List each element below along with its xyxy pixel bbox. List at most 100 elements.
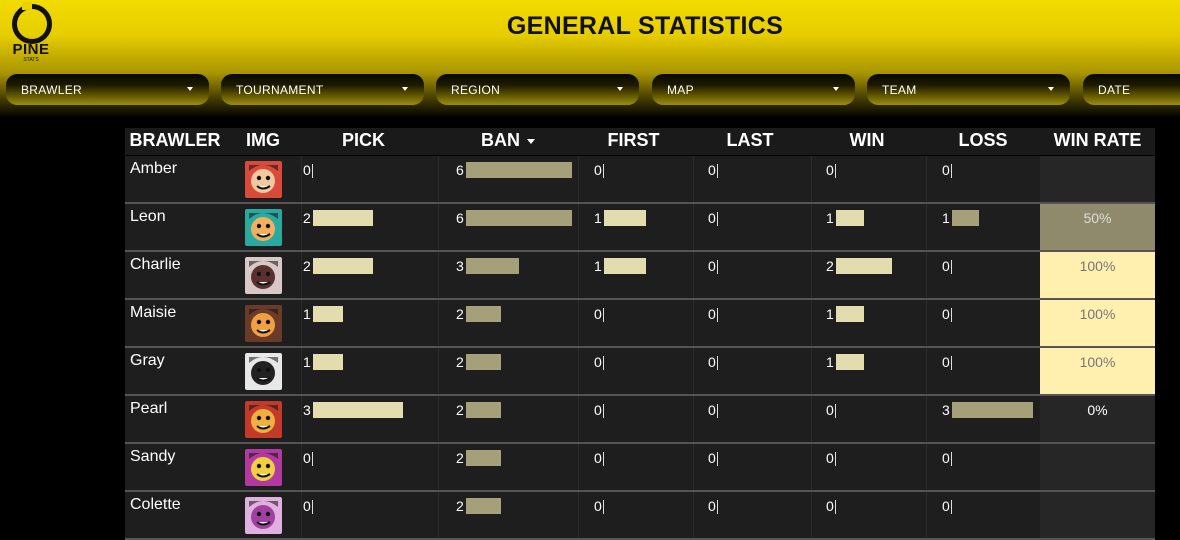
first-zero-tick (603, 404, 604, 418)
brawler-filter-dropdown[interactable]: BRAWLER (6, 74, 209, 105)
pick-zero-tick (312, 452, 313, 466)
last-value: 0 (708, 162, 716, 178)
column-divider (811, 348, 812, 396)
colette-portrait-icon (245, 497, 282, 534)
column-divider (926, 156, 927, 204)
column-divider (301, 300, 302, 348)
column-header-brawler[interactable]: BRAWLER (125, 130, 225, 151)
loss-value: 0 (942, 354, 950, 370)
column-header-last[interactable]: LAST (693, 130, 807, 151)
first-zero-tick (603, 308, 604, 322)
table-row[interactable]: Sandy 0 2 0 0 0 0 (125, 444, 1155, 492)
column-divider (438, 300, 439, 348)
map-filter-dropdown[interactable]: MAP (652, 74, 855, 105)
column-header-pick[interactable]: PICK (301, 130, 426, 151)
loss-bar (952, 210, 979, 226)
chevron-down-icon (617, 87, 623, 91)
column-header-loss[interactable]: LOSS (926, 130, 1040, 151)
column-divider (438, 156, 439, 204)
pearl-portrait-icon (245, 401, 282, 438)
table-row[interactable]: Leon 2 6 1 0 1 1 50% (125, 204, 1155, 252)
loss-zero-tick (951, 452, 952, 466)
column-divider (811, 252, 812, 300)
last-zero-tick (717, 212, 718, 226)
win-rate-cell (1040, 444, 1155, 492)
win-rate-cell: 50% (1040, 204, 1155, 252)
loss-value: 0 (942, 498, 950, 514)
win-value: 0 (826, 498, 834, 514)
pine-stats-logo[interactable]: PINE STATS (8, 2, 54, 64)
win-bar (836, 210, 864, 226)
column-divider (301, 396, 302, 444)
first-value: 1 (594, 258, 602, 274)
win-value: 1 (826, 210, 834, 226)
filter-label: TEAM (882, 83, 917, 97)
first-value: 1 (594, 210, 602, 226)
ban-value: 2 (456, 306, 464, 322)
chevron-down-icon (402, 87, 408, 91)
ban-bar (466, 306, 501, 322)
win-rate-cell: 0% (1040, 396, 1155, 444)
last-zero-tick (717, 356, 718, 370)
date-filter-dropdown[interactable]: DATE (1083, 74, 1180, 105)
win-value: 0 (826, 402, 834, 418)
table-row[interactable]: Amber 0 6 0 0 0 0 (125, 156, 1155, 204)
ban-bar (466, 450, 501, 466)
loss-zero-tick (951, 500, 952, 514)
column-divider (301, 252, 302, 300)
ban-bar (466, 258, 519, 274)
tournament-filter-dropdown[interactable]: TOURNAMENT (221, 74, 424, 105)
column-divider (693, 492, 694, 540)
column-divider (811, 444, 812, 492)
logo-text: PINE (12, 41, 50, 58)
amber-portrait-icon (245, 161, 282, 198)
column-header-ban-label: BAN (481, 130, 520, 150)
team-filter-dropdown[interactable]: TEAM (867, 74, 1070, 105)
ban-value: 2 (456, 450, 464, 466)
table-row[interactable]: Charlie 2 3 1 0 2 0 100% (125, 252, 1155, 300)
logo-notch (22, 2, 32, 10)
region-filter-dropdown[interactable]: REGION (436, 74, 639, 105)
pick-value: 1 (303, 354, 311, 370)
table-row[interactable]: Gray 1 2 0 0 1 0 100% (125, 348, 1155, 396)
last-zero-tick (717, 404, 718, 418)
win-rate-cell (1040, 492, 1155, 540)
loss-value: 0 (942, 258, 950, 274)
table-row[interactable]: Maisie 1 2 0 0 1 0 100% (125, 300, 1155, 348)
win-rate-cell (1040, 156, 1155, 204)
column-divider (578, 492, 579, 540)
logo-subtext: STATS (23, 57, 39, 63)
table-row[interactable]: Pearl 3 2 0 0 0 3 0% (125, 396, 1155, 444)
column-divider (926, 444, 927, 492)
win-rate-cell: 100% (1040, 252, 1155, 300)
sandy-portrait-icon (245, 449, 282, 486)
win-rate-value: 100% (1079, 354, 1116, 370)
last-zero-tick (717, 500, 718, 514)
column-divider (578, 444, 579, 492)
ban-bar (466, 498, 501, 514)
table-row[interactable]: Colette 0 2 0 0 0 0 (125, 492, 1155, 540)
column-header-win[interactable]: WIN (811, 130, 923, 151)
column-divider (926, 204, 927, 252)
win-bar (836, 306, 864, 322)
column-divider (693, 444, 694, 492)
column-divider (438, 348, 439, 396)
column-divider (811, 492, 812, 540)
brawler-name: Pearl (130, 400, 168, 417)
filter-label: TOURNAMENT (236, 83, 324, 97)
win-zero-tick (835, 164, 836, 178)
column-header-ban[interactable]: BAN (438, 130, 578, 151)
loss-value: 0 (942, 450, 950, 466)
column-header-first[interactable]: FIRST (578, 130, 689, 151)
ban-bar (466, 162, 572, 178)
ban-bar (466, 354, 501, 370)
column-header-win-rate[interactable]: WIN RATE (1040, 130, 1155, 151)
last-value: 0 (708, 210, 716, 226)
top-banner: PINE STATS GENERAL STATISTICS BRAWLER TO… (0, 0, 1180, 118)
first-zero-tick (603, 500, 604, 514)
pick-bar (313, 402, 403, 418)
charlie-portrait-icon (245, 257, 282, 294)
column-divider (811, 204, 812, 252)
last-zero-tick (717, 452, 718, 466)
column-divider (301, 444, 302, 492)
